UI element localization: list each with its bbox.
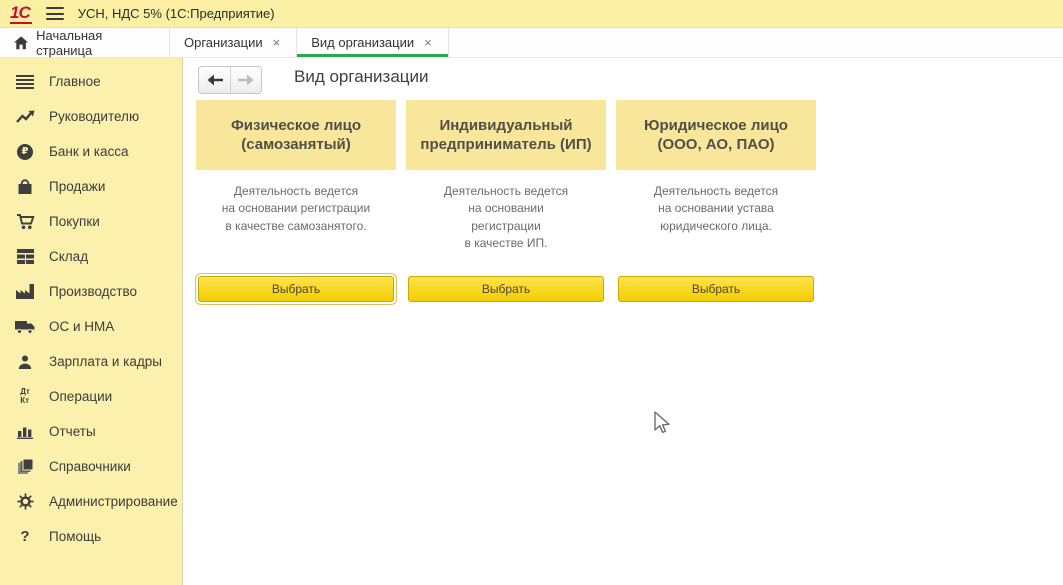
sidebar-item-os-i-nma[interactable]: ОС и НМА <box>0 309 182 344</box>
sidebar-item-sklad[interactable]: Склад <box>0 239 182 274</box>
gear-icon <box>14 492 36 512</box>
card-description: Деятельность ведется на основании регист… <box>406 183 606 276</box>
card-individual-self-employed: Физическое лицо (самозанятый) Деятельнос… <box>196 100 396 302</box>
person-icon <box>14 352 36 372</box>
page-title: Вид организации <box>294 67 429 87</box>
books-icon <box>14 457 36 477</box>
history-nav <box>198 66 262 94</box>
close-icon[interactable]: × <box>422 34 434 51</box>
sidebar-item-label: Банк и касса <box>49 144 129 159</box>
sidebar-item-label: Помощь <box>49 529 101 544</box>
select-self-employed-button[interactable]: Выбрать <box>198 276 394 302</box>
sidebar-item-pomosch[interactable]: ? Помощь <box>0 519 182 554</box>
forward-button[interactable] <box>230 67 261 93</box>
warehouse-grid-icon <box>14 247 36 267</box>
tab-bar: Начальная страница Организации × Вид орг… <box>0 28 1063 58</box>
main-content: Вид организации Физическое лицо (самозан… <box>184 58 1063 585</box>
sidebar-item-label: Операции <box>49 389 112 404</box>
tab-organizations[interactable]: Организации × <box>170 28 297 57</box>
sidebar-item-pokupki[interactable]: Покупки <box>0 204 182 239</box>
1c-logo: 1С <box>10 3 32 24</box>
card-description: Деятельность ведется на основании регист… <box>196 183 396 276</box>
app-window: 1С УСН, НДС 5% (1С:Предприятие) Начальна… <box>0 0 1063 585</box>
home-icon <box>14 36 28 50</box>
sidebar-item-label: Справочники <box>49 459 131 474</box>
card-title: Индивидуальный предприниматель (ИП) <box>406 100 606 170</box>
sidebar-item-label: Руководителю <box>49 109 139 124</box>
sidebar-item-administrirovanie[interactable]: Администрирование <box>0 484 182 519</box>
select-entrepreneur-button[interactable]: Выбрать <box>408 276 604 302</box>
tab-label: Вид организации <box>311 35 414 50</box>
card-individual-entrepreneur: Индивидуальный предприниматель (ИП) Деят… <box>406 100 606 302</box>
sidebar-item-label: Продажи <box>49 179 105 194</box>
sidebar-item-otchety[interactable]: Отчеты <box>0 414 182 449</box>
sidebar-item-label: ОС и НМА <box>49 319 114 334</box>
back-button[interactable] <box>199 67 230 93</box>
sidebar-item-label: Зарплата и кадры <box>49 354 162 369</box>
shopping-cart-icon <box>14 212 36 232</box>
sidebar-item-label: Администрирование <box>49 494 178 509</box>
sidebar-item-bank-i-kassa[interactable]: ₽ Банк и касса <box>0 134 182 169</box>
truck-icon <box>14 317 36 337</box>
tab-label: Организации <box>184 35 263 50</box>
title-bar: 1С УСН, НДС 5% (1С:Предприятие) <box>0 0 1063 28</box>
tab-label: Начальная страница <box>36 28 155 58</box>
hamburger-menu-icon[interactable] <box>46 7 64 20</box>
sidebar-item-prodazhi[interactable]: Продажи <box>0 169 182 204</box>
card-title: Юридическое лицо (ООО, АО, ПАО) <box>616 100 816 170</box>
organization-kind-cards: Физическое лицо (самозанятый) Деятельнос… <box>196 100 816 302</box>
ruble-circle-icon: ₽ <box>14 142 36 162</box>
tab-organization-kind[interactable]: Вид организации × <box>297 28 448 57</box>
sidebar-item-proizvodstvo[interactable]: Производство <box>0 274 182 309</box>
sidebar-item-glavnoe[interactable]: Главное <box>0 64 182 99</box>
sidebar-item-rukovoditelyu[interactable]: Руководителю <box>0 99 182 134</box>
close-icon[interactable]: × <box>271 34 283 51</box>
shopping-bag-icon <box>14 177 36 197</box>
arrow-left-icon <box>207 74 223 86</box>
sidebar-item-label: Производство <box>49 284 137 299</box>
bar-chart-icon <box>14 422 36 442</box>
dt-kt-icon: Дт Кт <box>14 387 36 407</box>
arrow-right-icon <box>238 74 254 86</box>
question-icon: ? <box>14 527 36 547</box>
sidebar-item-zarplata-i-kadry[interactable]: Зарплата и кадры <box>0 344 182 379</box>
factory-icon <box>14 282 36 302</box>
select-legal-entity-button[interactable]: Выбрать <box>618 276 814 302</box>
sidebar-item-label: Отчеты <box>49 424 96 439</box>
trend-up-icon <box>14 107 36 127</box>
sidebar-item-label: Главное <box>49 74 101 89</box>
card-title: Физическое лицо (самозанятый) <box>196 100 396 170</box>
sidebar-item-label: Склад <box>49 249 88 264</box>
menu-lines-icon <box>14 72 36 92</box>
sidebar: Главное Руководителю ₽ Банк и касса Прод… <box>0 58 183 585</box>
sidebar-item-label: Покупки <box>49 214 100 229</box>
sidebar-item-spravochniki[interactable]: Справочники <box>0 449 182 484</box>
window-title: УСН, НДС 5% (1С:Предприятие) <box>78 6 275 21</box>
card-description: Деятельность ведется на основании устава… <box>616 183 816 276</box>
sidebar-item-operacii[interactable]: Дт Кт Операции <box>0 379 182 414</box>
card-legal-entity: Юридическое лицо (ООО, АО, ПАО) Деятельн… <box>616 100 816 302</box>
tab-home[interactable]: Начальная страница <box>0 28 170 57</box>
